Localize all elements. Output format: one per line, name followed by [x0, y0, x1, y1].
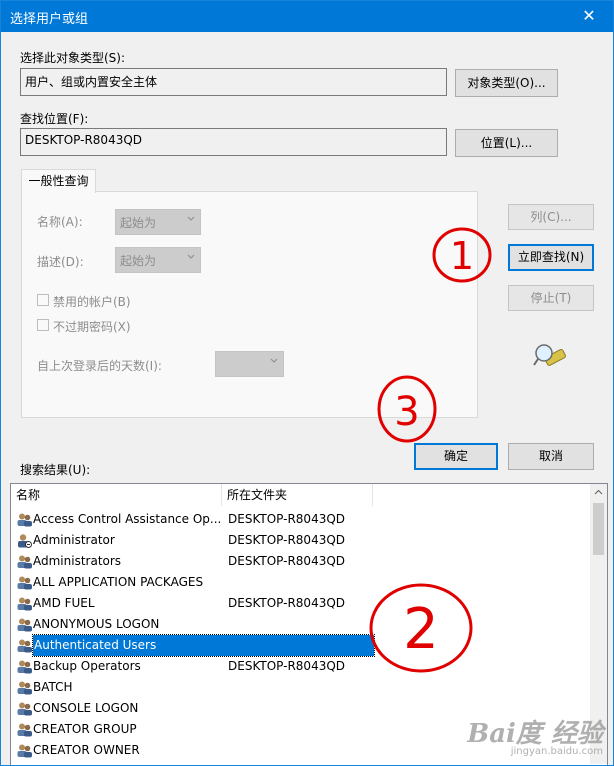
- group-icon: [16, 638, 33, 653]
- name-mode-select: 起始为: [115, 209, 201, 235]
- row-name: ALL APPLICATION PACKAGES: [33, 575, 204, 589]
- results-label: 搜索结果(U):: [20, 463, 91, 477]
- name-label: 名称(A):: [37, 215, 83, 229]
- cancel-button[interactable]: 取消: [508, 443, 594, 470]
- columns-button[interactable]: 列(C)...: [508, 204, 594, 230]
- group-icon: [16, 512, 33, 527]
- location-field: DESKTOP-R8043QD: [20, 128, 447, 156]
- row-name: AMD FUEL: [33, 596, 95, 610]
- chevron-down-icon: [187, 254, 195, 259]
- table-row[interactable]: Authenticated Users: [11, 634, 586, 657]
- tab-common-queries[interactable]: 一般性查询: [21, 169, 96, 193]
- watermark-brand: Bai度 经验: [467, 719, 603, 749]
- row-name: Administrators: [33, 554, 122, 568]
- description-mode-select: 起始为: [115, 247, 201, 273]
- table-row[interactable]: ANONYMOUS LOGON: [11, 614, 586, 635]
- title-bar[interactable]: 选择用户或组 ✕: [1, 1, 613, 32]
- group-icon: [16, 743, 33, 758]
- table-row[interactable]: BATCH: [11, 677, 586, 698]
- group-icon: [16, 680, 33, 695]
- days-since-logon-select: [215, 351, 284, 377]
- row-folder: DESKTOP-R8043QD: [228, 554, 346, 568]
- table-row[interactable]: Access Control Assistance Op... DESKTOP-R…: [11, 509, 586, 530]
- name-mode-value: 起始为: [120, 216, 157, 230]
- row-name: Access Control Assistance Op...: [33, 512, 222, 526]
- row-folder: DESKTOP-R8043QD: [228, 596, 346, 610]
- days-since-logon-label: 自上次登录后的天数(I):: [37, 359, 162, 373]
- column-header-folder[interactable]: 所在文件夹: [222, 484, 373, 506]
- non-expiring-password-checkbox: [37, 319, 49, 331]
- table-row[interactable]: Administrator DESKTOP-R8043QD: [11, 530, 586, 551]
- description-label: 描述(D):: [37, 255, 84, 269]
- group-icon: [16, 554, 33, 569]
- row-name: CREATOR GROUP: [33, 722, 137, 736]
- table-row[interactable]: Administrators DESKTOP-R8043QD: [11, 551, 586, 572]
- row-folder: DESKTOP-R8043QD: [228, 659, 346, 673]
- object-type-field: 用户、组或内置安全主体: [20, 68, 447, 96]
- row-folder: DESKTOP-R8043QD: [228, 512, 346, 526]
- search-flashlight-icon: [533, 344, 566, 366]
- row-name: BATCH: [33, 680, 73, 694]
- chevron-down-icon: [187, 216, 195, 221]
- select-users-dialog: 选择用户或组 ✕ 选择此对象类型(S): 用户、组或内置安全主体 对象类型(O)…: [0, 0, 614, 766]
- object-types-button[interactable]: 对象类型(O)...: [455, 69, 558, 97]
- locations-button[interactable]: 位置(L)...: [455, 129, 558, 157]
- find-now-button[interactable]: 立即查找(N): [508, 244, 594, 271]
- scroll-up-icon[interactable]: [594, 488, 603, 497]
- group-icon: [16, 617, 33, 632]
- user-icon: [16, 533, 33, 548]
- location-label: 查找位置(F):: [20, 112, 89, 126]
- window-title: 选择用户或组: [10, 12, 89, 27]
- row-name: CONSOLE LOGON: [33, 701, 139, 715]
- ok-button[interactable]: 确定: [414, 443, 498, 470]
- close-icon[interactable]: ✕: [577, 5, 601, 27]
- object-type-label: 选择此对象类型(S):: [20, 51, 126, 65]
- baidu-watermark: Bai度 经验 jingyan.baidu.com: [467, 713, 603, 757]
- row-folder: DESKTOP-R8043QD: [228, 533, 346, 547]
- disabled-accounts-label: 禁用的帐户(B): [53, 295, 131, 309]
- table-row[interactable]: AMD FUEL DESKTOP-R8043QD: [11, 593, 586, 614]
- group-icon: [16, 722, 33, 737]
- scroll-thumb[interactable]: [593, 503, 604, 555]
- disabled-accounts-checkbox: [37, 294, 49, 306]
- table-row[interactable]: Backup Operators DESKTOP-R8043QD: [11, 656, 586, 677]
- row-name: CREATOR OWNER: [33, 743, 140, 757]
- group-icon: [16, 659, 33, 674]
- chevron-down-icon: [270, 358, 278, 363]
- stop-button[interactable]: 停止(T): [508, 285, 594, 311]
- column-header-name[interactable]: 名称: [11, 484, 222, 506]
- group-icon: [16, 596, 33, 611]
- row-name: ANONYMOUS LOGON: [33, 617, 160, 631]
- non-expiring-password-label: 不过期密码(X): [53, 320, 131, 334]
- group-icon: [16, 575, 33, 590]
- row-name: Authenticated Users: [32, 634, 375, 657]
- row-name: Administrator: [33, 533, 115, 547]
- table-row[interactable]: ALL APPLICATION PACKAGES: [11, 572, 586, 593]
- row-name: Backup Operators: [33, 659, 141, 673]
- group-icon: [16, 701, 33, 716]
- description-mode-value: 起始为: [120, 254, 157, 268]
